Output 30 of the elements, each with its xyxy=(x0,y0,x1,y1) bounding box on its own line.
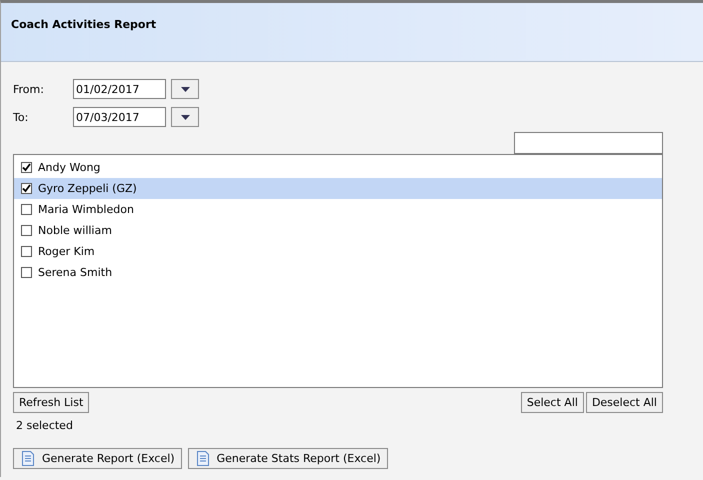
deselect-all-button[interactable]: Deselect All xyxy=(586,392,663,413)
dropdown-button[interactable] xyxy=(171,79,199,99)
selection-count: 2 selected xyxy=(16,419,74,433)
caret-icon xyxy=(180,114,190,120)
date-label: From: xyxy=(13,82,45,96)
checkbox[interactable] xyxy=(21,267,32,278)
coach-item[interactable]: Roger Kim xyxy=(14,241,662,262)
refresh-button[interactable]: Refresh List xyxy=(13,392,90,413)
coach-item[interactable]: Serena Smith xyxy=(14,262,662,283)
filter-field[interactable] xyxy=(514,132,663,154)
coach-item[interactable]: Andy Wong xyxy=(14,157,662,178)
checkbox[interactable] xyxy=(21,225,32,236)
checkbox[interactable] xyxy=(21,246,32,257)
coach-item[interactable]: Gyro Zeppeli (GZ) xyxy=(14,178,662,199)
document-icon xyxy=(22,451,34,466)
generate-button[interactable]: Generate Report (Excel) xyxy=(13,448,182,469)
date-field[interactable]: 01/02/2017 xyxy=(73,79,166,99)
generate-button[interactable]: Generate Stats Report (Excel) xyxy=(188,448,388,469)
coach-item[interactable]: Noble william xyxy=(14,220,662,241)
select-all-button[interactable]: Select All xyxy=(520,392,584,413)
window-title: Coach Activities Report xyxy=(11,18,156,31)
caret-icon xyxy=(180,86,190,92)
checkbox[interactable] xyxy=(21,183,32,194)
dropdown-button[interactable] xyxy=(171,107,199,127)
date-label: To: xyxy=(13,110,30,124)
document-icon xyxy=(196,451,209,466)
date-field[interactable]: 07/03/2017 xyxy=(73,107,166,127)
coach-item[interactable]: Maria Wimbledon xyxy=(14,199,662,220)
checkbox[interactable] xyxy=(21,204,32,215)
checkbox[interactable] xyxy=(21,162,32,173)
